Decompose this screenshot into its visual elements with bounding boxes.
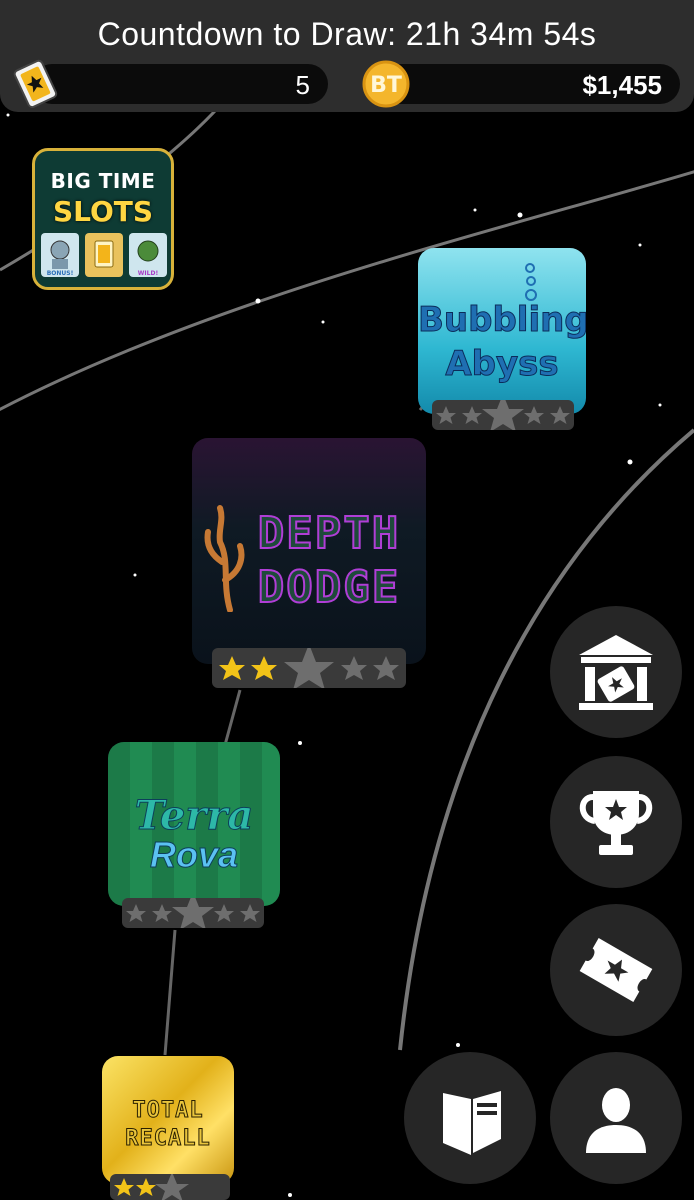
trophy-icon	[579, 791, 653, 855]
tickets-button[interactable]	[550, 904, 682, 1036]
star-5-icon	[550, 406, 570, 424]
game-tile-terra-rova[interactable]: Terra Rova	[108, 742, 280, 906]
reel-label-wild: WILD!	[138, 270, 158, 277]
ticket-icon	[13, 59, 58, 108]
top-status-bar: Countdown to Draw: 21h 34m 54s 5 $1,455 …	[0, 0, 694, 112]
star-3-icon	[482, 394, 524, 432]
game-title-line2: RECALL	[125, 1126, 211, 1152]
star-2-icon	[136, 1178, 156, 1196]
bubbles-icon	[525, 263, 537, 301]
game-title-line1: Bubbling	[418, 300, 586, 341]
star-5-icon	[240, 904, 260, 922]
star-1-icon	[219, 656, 245, 680]
game-title-line1: TOTAL	[132, 1098, 204, 1124]
game-tile-bubbling-abyss[interactable]: Bubbling Abyss	[418, 248, 586, 414]
star-rating-depth-dodge	[212, 644, 406, 690]
star-3-icon	[172, 892, 214, 930]
person-icon	[586, 1088, 646, 1153]
game-title-line2: DODGE	[257, 561, 401, 614]
star-5-icon	[373, 656, 399, 680]
coin-letters: BT	[370, 73, 402, 98]
ticket-star-icon	[579, 938, 653, 1002]
star-rating-total-recall	[110, 1172, 230, 1200]
game-title-line1: Terra	[134, 792, 254, 840]
star-1-icon	[114, 1178, 134, 1196]
star-rating-terra-rova	[122, 892, 264, 930]
profile-button[interactable]	[550, 1052, 682, 1184]
star-1-icon	[126, 904, 146, 922]
star-1-icon	[436, 406, 456, 424]
reel-label-bonus: BONUS!	[47, 270, 74, 277]
star-3-icon	[155, 1172, 189, 1200]
cash-balance-bar[interactable]: $1,455	[380, 64, 680, 104]
star-4-icon	[524, 406, 544, 424]
draw-countdown: Countdown to Draw: 21h 34m 54s	[97, 16, 597, 52]
star-2-icon	[152, 904, 172, 922]
ticket-count-bar[interactable]: 5	[32, 64, 328, 104]
game-tile-big-time-slots[interactable]: BIG TIME SLOTS BONUS! WILD!	[32, 148, 174, 290]
star-3-icon	[284, 644, 334, 690]
star-2-icon	[462, 406, 482, 424]
star-rating-bubbling-abyss	[432, 394, 574, 432]
game-tile-depth-dodge[interactable]: DEPTH DODGE	[192, 438, 426, 664]
game-title-line2: SLOTS	[52, 195, 154, 228]
museum-button[interactable]	[550, 606, 682, 738]
slot-reel-monster: WILD!	[129, 233, 167, 277]
cash-balance: $1,455	[582, 70, 662, 100]
slot-reel-robot: BONUS!	[41, 233, 79, 277]
game-tile-total-recall[interactable]: TOTAL RECALL	[102, 1056, 234, 1184]
newspaper-icon	[443, 1091, 501, 1155]
game-title-line2: Rova	[149, 834, 239, 876]
game-title-line1: BIG TIME	[50, 169, 156, 193]
museum-ticket-icon	[579, 635, 653, 710]
star-2-icon	[251, 656, 277, 680]
game-title-line1: DEPTH	[257, 507, 401, 560]
star-4-icon	[214, 904, 234, 922]
bt-coin-icon: BT	[362, 60, 410, 108]
trophy-button[interactable]	[550, 756, 682, 888]
game-title-line2: Abyss	[445, 344, 559, 385]
ticket-count: 5	[295, 70, 310, 100]
news-button[interactable]	[404, 1052, 536, 1184]
slot-reel-ticket	[85, 233, 123, 277]
star-4-icon	[341, 656, 367, 680]
